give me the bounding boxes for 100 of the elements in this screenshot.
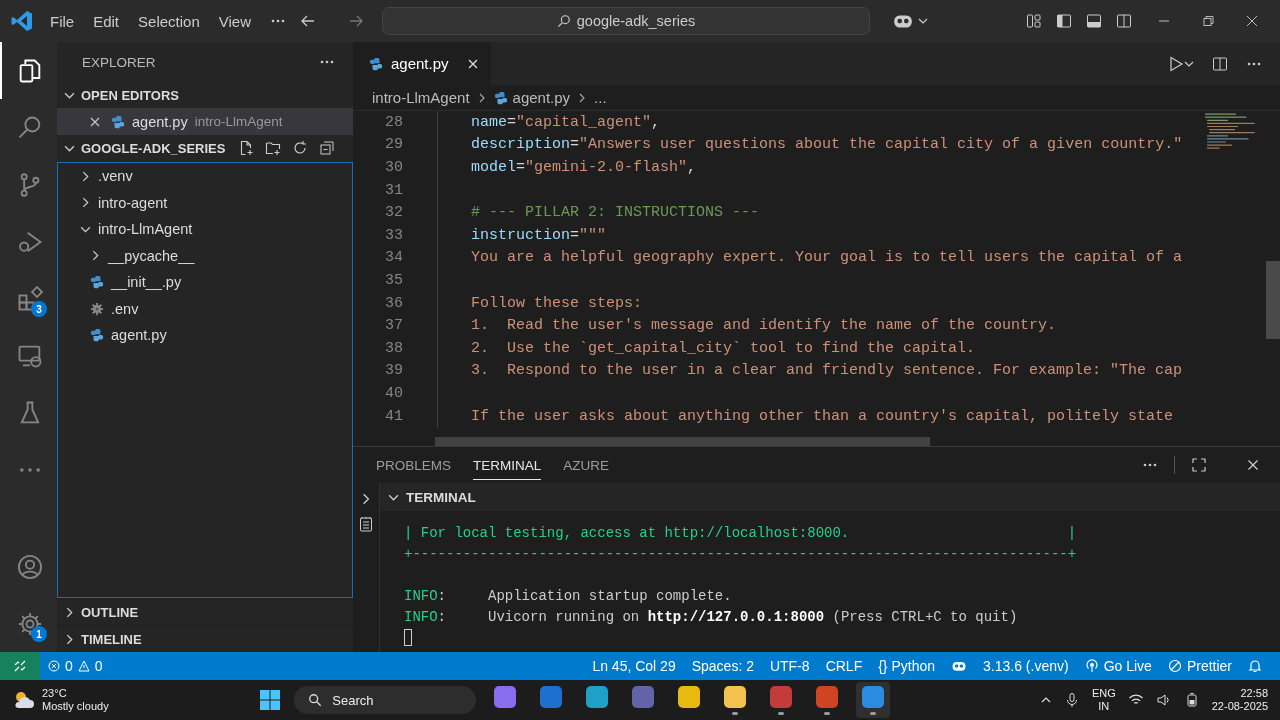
panel-toggle-icon[interactable]	[1086, 13, 1102, 29]
collapse-all-icon[interactable]	[319, 140, 335, 156]
code-line: description="Answers user questions about the capital city of a given country."	[471, 136, 1183, 154]
file-type-icon	[369, 56, 383, 71]
code-line: model="gemini-2.0-flash",	[471, 159, 697, 176]
terminal-line: | For local testing, access at http://localhost:8000. |	[404, 525, 1077, 542]
broadcast-icon[interactable]	[1084, 659, 1099, 673]
file-tree-item[interactable]: __pycache__	[58, 242, 352, 269]
status-item[interactable]: UTF-8	[761, 658, 818, 674]
line-number: 34	[384, 249, 403, 267]
start-icon[interactable]	[258, 688, 283, 712]
new-folder-icon[interactable]	[265, 140, 281, 156]
file-tree-item[interactable]: intro-agent	[58, 189, 352, 216]
taskbar-app-icon[interactable]	[856, 682, 891, 718]
line-number: 37	[384, 317, 403, 335]
language-indicator[interactable]: ENG	[1091, 687, 1116, 700]
line-number: 40	[384, 384, 403, 402]
terminal-line: +------------------------------------------------------------------------------+	[404, 546, 1077, 563]
notification-badge: 1	[31, 626, 47, 642]
menu-item[interactable]: Selection	[138, 12, 200, 30]
file-tree-item[interactable]: intro-LlmAgent	[58, 216, 352, 243]
menu-item[interactable]: File	[50, 12, 75, 30]
status-item[interactable]: CRLF	[817, 658, 871, 674]
file-tree-item[interactable]: .venv	[58, 163, 352, 190]
scrollbar-thumb[interactable]	[1266, 261, 1280, 339]
search-icon	[556, 14, 571, 28]
menu-item[interactable]: View	[218, 12, 251, 30]
terminal-list-icon[interactable]	[358, 516, 374, 532]
status-item[interactable]: Ln 45, Col 29	[584, 658, 684, 674]
editor-tab[interactable]: agent.py	[353, 42, 491, 85]
chevron-right-icon[interactable]	[360, 493, 372, 505]
scrollbar-thumb[interactable]	[435, 437, 930, 446]
line-number: 31	[384, 181, 403, 199]
volume-icon[interactable]	[1155, 692, 1172, 708]
sidebar-title: EXPLORER	[82, 54, 156, 70]
error-icon	[48, 660, 60, 672]
taskbar-search[interactable]: Search	[294, 686, 477, 714]
run-icon[interactable]	[1168, 55, 1184, 72]
code-line: Follow these steps:	[471, 294, 643, 312]
terminal-cursor	[404, 628, 412, 646]
breadcrumb-item[interactable]: intro-LlmAgent	[372, 89, 470, 106]
close-icon[interactable]	[1247, 459, 1259, 471]
circle-slash-icon[interactable]	[1167, 659, 1182, 673]
back-arrow-icon[interactable]	[300, 13, 316, 29]
line-number: 32	[384, 204, 403, 222]
command-center-search[interactable]: google-adk_series	[382, 7, 870, 35]
split-layout-icon[interactable]	[1116, 13, 1132, 29]
status-item[interactable]: Spaces: 2	[683, 658, 762, 674]
code-line: 3. Respond to the user in a clear and friendly sentence. For example: "The cap	[471, 362, 1183, 380]
sidebar-toggle-icon[interactable]	[1056, 13, 1072, 29]
file-type-icon	[111, 114, 125, 129]
breadcrumb-item[interactable]: ...	[594, 89, 607, 106]
chevron-down-icon[interactable]	[918, 16, 928, 26]
panel-tab[interactable]: AZURE	[563, 450, 610, 480]
status-item[interactable]: {} Python	[870, 658, 943, 674]
terminal-line: INFO: Application startup complete.	[404, 587, 732, 604]
new-file-icon[interactable]	[238, 140, 254, 156]
terminal-section-header[interactable]: TERMINAL	[380, 483, 1280, 511]
clock-time[interactable]: 22:58	[1240, 687, 1268, 700]
temperature[interactable]: 23°C	[42, 687, 109, 700]
maximize-icon[interactable]	[1191, 457, 1207, 473]
section-header[interactable]: GOOGLE-ADK_SERIES	[64, 140, 226, 156]
panel-tab[interactable]: TERMINAL	[473, 450, 542, 480]
refresh-icon[interactable]	[292, 140, 308, 156]
code-line: name="capital_agent",	[471, 113, 661, 131]
breadcrumb-item[interactable]: agent.py	[512, 89, 571, 106]
menu-item[interactable]: Edit	[93, 12, 120, 30]
close-icon[interactable]	[90, 116, 100, 127]
split-editor-icon[interactable]	[1212, 55, 1228, 72]
problems-status[interactable]: 0 0	[40, 658, 111, 674]
warning-icon	[77, 660, 90, 672]
account-icon[interactable]	[15, 552, 44, 581]
line-number: 30	[384, 159, 403, 176]
file-type-icon	[493, 90, 508, 105]
remote-icon	[14, 660, 26, 672]
close-icon[interactable]	[1246, 15, 1258, 27]
warning-count: 0	[94, 658, 103, 674]
panel-tab[interactable]: PROBLEMS	[376, 450, 452, 480]
restore-icon[interactable]	[1202, 15, 1214, 27]
line-number: 41	[384, 407, 403, 425]
bell-icon[interactable]	[1248, 659, 1262, 673]
file-tree-item[interactable]: agent.py	[58, 322, 352, 349]
status-item[interactable]: 3.13.6 (.venv)	[975, 658, 1077, 674]
section-header[interactable]: OPEN EDITORS	[57, 82, 353, 108]
file-tree-item[interactable]: __init__.py	[58, 269, 352, 296]
open-editor-item[interactable]: agent.py intro-LlmAgent	[57, 108, 353, 135]
vscode-logo-icon[interactable]	[10, 9, 34, 33]
line-number: 28	[384, 113, 403, 131]
weather-condition[interactable]: Mostly cloudy	[42, 700, 109, 713]
error-count: 0	[65, 658, 73, 674]
layout-icon[interactable]	[1026, 13, 1042, 29]
clock-date[interactable]: 22-08-2025	[1211, 700, 1268, 713]
close-icon[interactable]	[466, 57, 479, 70]
status-item[interactable]: Go Live	[1103, 658, 1152, 674]
section-header[interactable]: OUTLINE	[57, 598, 353, 625]
file-tree-item[interactable]: .env	[58, 295, 352, 322]
code-line: instruction="""	[471, 226, 607, 244]
region-indicator[interactable]: IN	[1098, 700, 1110, 713]
forward-arrow-icon[interactable]	[348, 13, 364, 29]
status-item[interactable]: Prettier	[1186, 658, 1232, 674]
